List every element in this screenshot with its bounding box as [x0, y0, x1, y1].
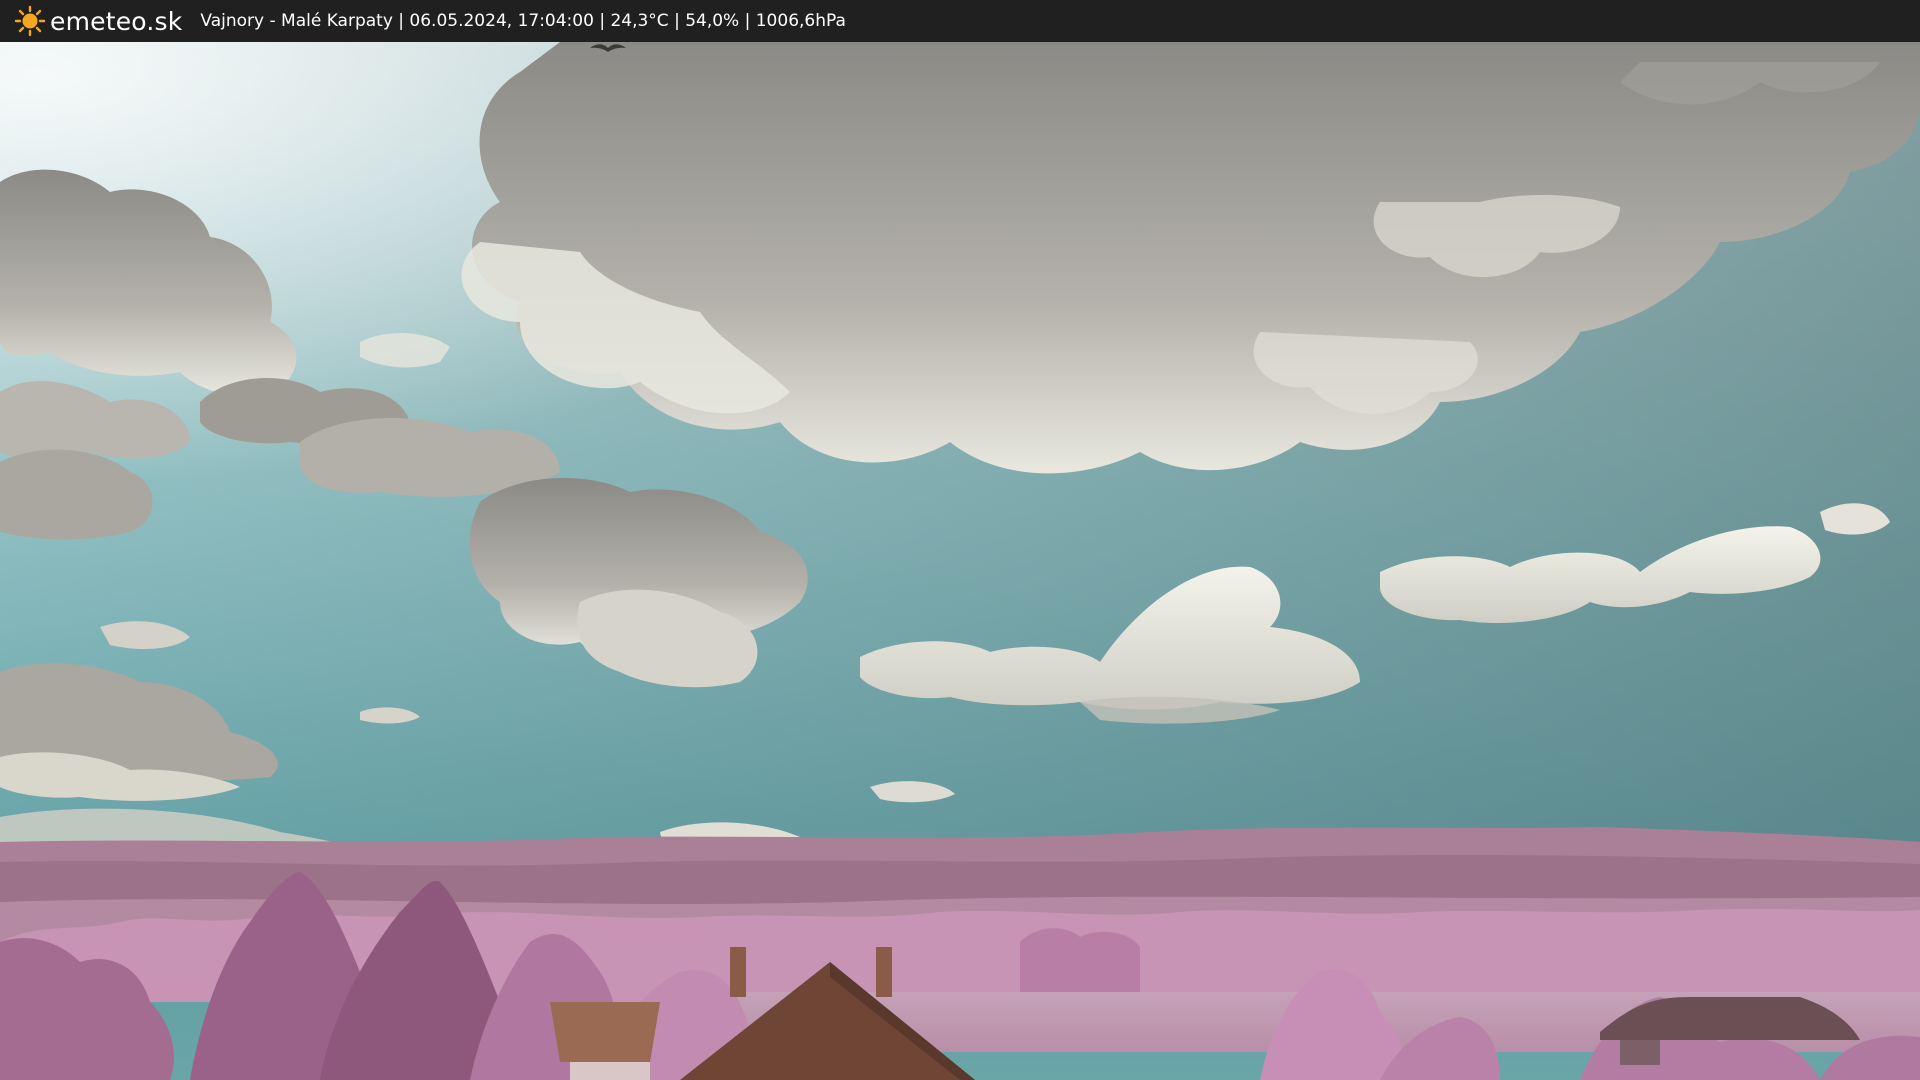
logo[interactable]: emeteo.sk	[14, 5, 182, 37]
webcam-image	[0, 42, 1920, 1080]
webcam-frame: emeteo.sk Vajnory - Malé Karpaty | 06.05…	[0, 0, 1920, 1080]
brand-name: emeteo.sk	[50, 6, 183, 36]
station-caption: Vajnory - Malé Karpaty | 06.05.2024, 17:…	[200, 11, 846, 31]
sun-icon	[14, 5, 46, 37]
top-bar: emeteo.sk Vajnory - Malé Karpaty | 06.05…	[0, 0, 1920, 42]
